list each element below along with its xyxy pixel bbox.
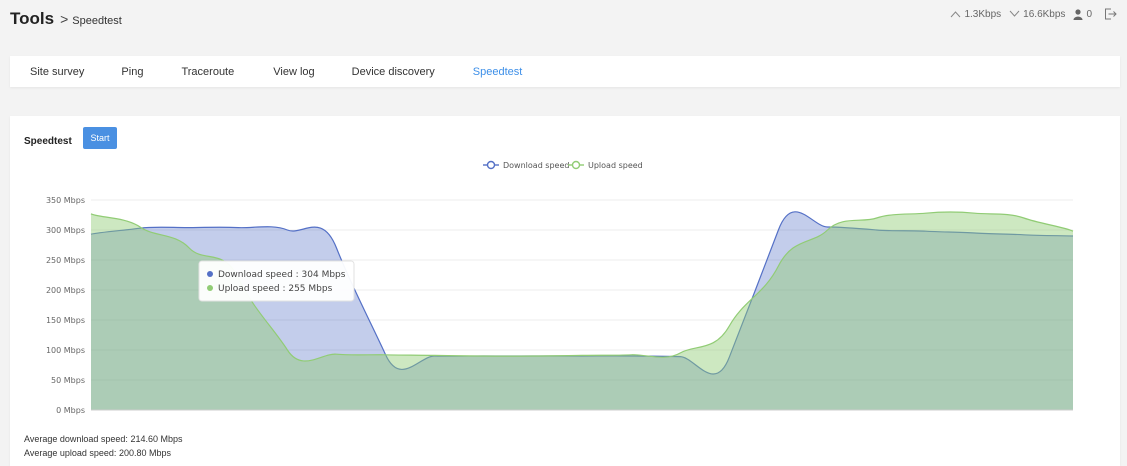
speedtest-panel: 0 Mbps 50 Mbps 100 Mbps 150 Mbps 200 Mbps 250… bbox=[10, 116, 1120, 466]
tooltip-line: Download speed : 304 Mbps bbox=[218, 270, 346, 280]
tooltip-dot bbox=[207, 271, 213, 277]
tooltip-box bbox=[198, 260, 355, 302]
speed-chart: 0 Mbps 50 Mbps 100 Mbps 150 Mbps 200 Mbps 250… bbox=[46, 160, 1074, 415]
y-tick-label: 350 Mbps bbox=[46, 196, 85, 205]
download-rate: 16.6Kbps bbox=[1009, 9, 1065, 20]
panel-title: Speedtest bbox=[24, 136, 72, 147]
tools-tab-bar: Site survey Ping Traceroute View log Dev… bbox=[10, 56, 1120, 87]
tooltip-line: Upload speed : 255 Mbps bbox=[218, 284, 333, 294]
tab-speedtest[interactable]: Speedtest bbox=[473, 66, 523, 78]
y-tick-label: 300 Mbps bbox=[46, 226, 85, 235]
legend-label: Download speed bbox=[503, 161, 569, 170]
y-tick-label: 250 Mbps bbox=[46, 256, 85, 265]
top-bar: Tools > Speedtest 1.3Kbps 16.6Kbps 0 bbox=[0, 0, 1127, 42]
y-tick-label: 0 Mbps bbox=[56, 406, 85, 415]
average-upload-value: 200.80 Mbps bbox=[118, 448, 171, 458]
tab-ping[interactable]: Ping bbox=[121, 66, 143, 78]
start-button[interactable]: Start bbox=[83, 127, 117, 149]
upload-rate-value: 1.3Kbps bbox=[964, 8, 1002, 20]
average-download-label: Average download speed: bbox=[24, 434, 128, 444]
y-tick-label: 150 Mbps bbox=[46, 316, 85, 325]
y-tick-label: 100 Mbps bbox=[46, 346, 85, 355]
tab-site-survey[interactable]: Site survey bbox=[30, 66, 84, 78]
status-area: 1.3Kbps 16.6Kbps 0 bbox=[950, 8, 1117, 20]
tab-view-log[interactable]: View log bbox=[273, 66, 314, 78]
tab-traceroute[interactable]: Traceroute bbox=[181, 66, 234, 78]
user-count-value: 0 bbox=[1086, 8, 1092, 20]
y-tick-label: 50 Mbps bbox=[51, 376, 85, 385]
tab-device-discovery[interactable]: Device discovery bbox=[352, 66, 435, 78]
user-icon bbox=[1073, 8, 1083, 20]
legend-marker-dot bbox=[486, 160, 496, 170]
page-title[interactable]: Tools bbox=[10, 9, 54, 29]
arrow-up-icon bbox=[951, 11, 961, 18]
breadcrumb-separator: > bbox=[60, 11, 69, 27]
average-download: Average download speed: 214.60 Mbps bbox=[24, 434, 182, 444]
average-upload: Average upload speed: 200.80 Mbps bbox=[24, 448, 171, 458]
user-count[interactable]: 0 bbox=[1073, 9, 1092, 20]
upload-rate: 1.3Kbps bbox=[950, 9, 1001, 20]
y-tick-label: 200 Mbps bbox=[46, 286, 85, 295]
logout-button[interactable] bbox=[1104, 8, 1117, 20]
average-upload-label: Average upload speed: bbox=[24, 448, 117, 458]
legend-label: Upload speed bbox=[588, 161, 643, 170]
breadcrumb: Tools > Speedtest bbox=[10, 9, 122, 29]
download-rate-value: 16.6Kbps bbox=[1023, 8, 1066, 20]
average-download-value: 214.60 Mbps bbox=[130, 434, 183, 444]
tooltip-dot bbox=[207, 285, 213, 291]
logout-icon bbox=[1105, 8, 1117, 20]
breadcrumb-current: Speedtest bbox=[72, 15, 122, 27]
legend-marker-dot bbox=[571, 160, 581, 170]
arrow-down-icon bbox=[1009, 10, 1020, 17]
